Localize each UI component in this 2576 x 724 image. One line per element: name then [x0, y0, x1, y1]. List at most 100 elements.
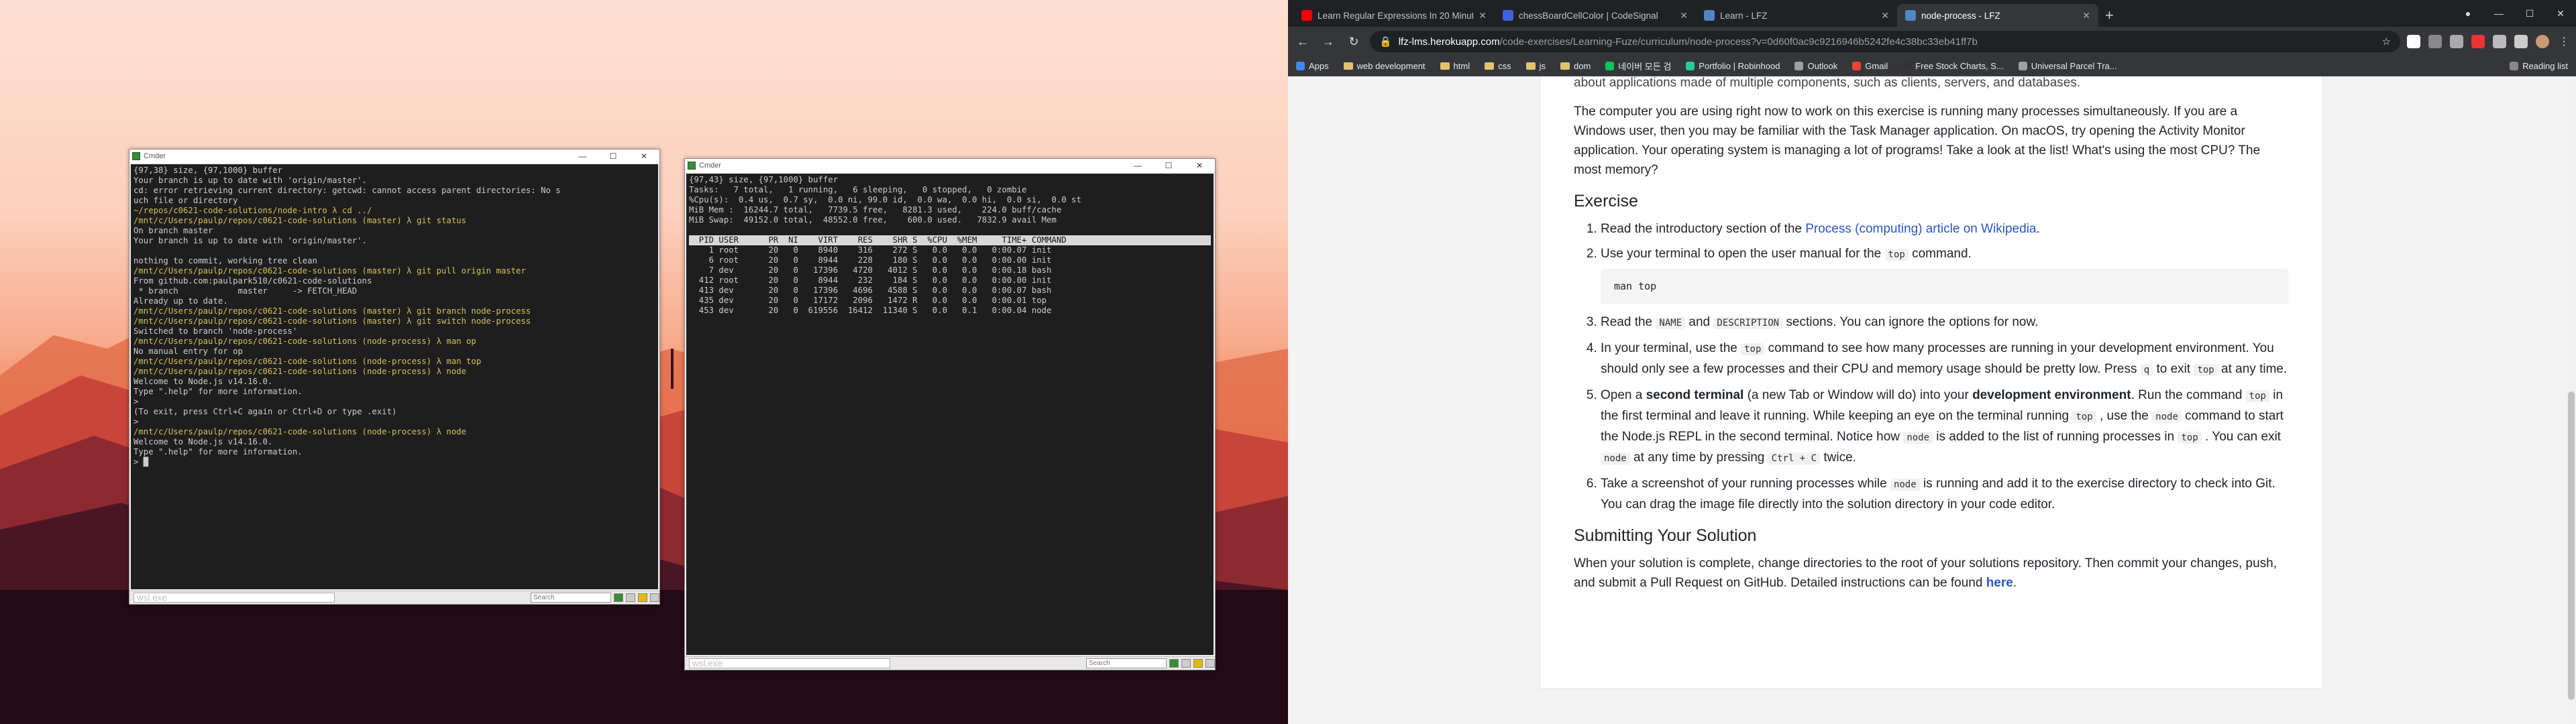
forward-icon[interactable]: → — [1319, 35, 1338, 49]
bookmark-item[interactable]: 네이버 모든 검 — [1605, 60, 1671, 72]
layout-icon[interactable] — [626, 593, 635, 602]
new-console-icon[interactable] — [614, 593, 623, 602]
reading-list-button[interactable]: Reading list — [2510, 61, 2568, 71]
bookmark-item[interactable]: dom — [1560, 61, 1591, 71]
new-console-icon[interactable] — [1169, 659, 1179, 668]
minimize-button[interactable]: — — [567, 149, 598, 163]
menu-icon[interactable]: ⋮ — [2557, 35, 2571, 48]
chrome-browser-window[interactable]: Learn Regular Expressions In 20 Minutes ✕… — [1288, 0, 2576, 724]
terminal-line: 1 root 20 0 8940 316 272 S 0.0 0.0 0:00.… — [689, 245, 1052, 255]
terminal-line: /mnt/c/Users/paulp/repos/c0621-code-solu… — [133, 316, 531, 326]
close-button[interactable]: ✕ — [1184, 159, 1215, 172]
browser-tab[interactable]: chessBoardCellColor | CodeSignal ✕ — [1495, 4, 1696, 27]
terminal-line: 453 dev 20 0 619556 16412 11340 S 0.0 0.… — [689, 306, 1052, 315]
layout-icon[interactable] — [1181, 659, 1191, 668]
bookmark-item[interactable]: css — [1485, 61, 1511, 71]
address-bar[interactable]: 🔒 lfz-lms.herokuapp.com/code-exercises/L… — [1370, 31, 2400, 52]
profile-icon[interactable]: ● — [2453, 8, 2483, 19]
console-tab[interactable]: wsl.exe — [689, 658, 890, 668]
lock-icon[interactable] — [638, 593, 647, 602]
tab-title: chessBoardCellColor | CodeSignal — [1519, 10, 1658, 21]
terminal-line: > — [133, 397, 139, 406]
search-input[interactable]: Search — [531, 593, 611, 603]
terminal-line: Tasks: 7 total, 1 running, 6 sleeping, 0… — [689, 185, 1027, 194]
bookmark-item[interactable]: html — [1440, 61, 1470, 71]
maximize-button[interactable]: ☐ — [1153, 159, 1184, 172]
extension-icon[interactable] — [2428, 35, 2442, 48]
instructions-link[interactable]: here — [1986, 576, 2013, 590]
bookmark-item[interactable]: Portfolio | Robinhood — [1686, 61, 1780, 71]
inline-code: DESCRIPTION — [1713, 317, 1783, 329]
browser-tab[interactable]: Learn - LFZ ✕ — [1696, 4, 1897, 27]
media-icon[interactable] — [2514, 35, 2528, 48]
maximize-button[interactable]: ☐ — [598, 149, 629, 163]
lock-icon[interactable] — [1193, 659, 1203, 668]
puzzle-icon[interactable] — [2493, 35, 2506, 48]
close-button[interactable]: ✕ — [629, 149, 659, 163]
close-tab-icon[interactable]: ✕ — [1680, 10, 1688, 21]
avatar[interactable] — [2536, 35, 2549, 48]
gmail-icon — [1852, 62, 1862, 70]
text: command. — [1908, 247, 1972, 261]
inline-code: node — [2152, 411, 2182, 423]
terminal-line: On branch master — [133, 226, 213, 235]
bookmark-item[interactable]: Gmail — [1852, 61, 1888, 71]
extension-icon[interactable] — [2471, 35, 2485, 48]
console-tab[interactable]: wsl.exe — [133, 593, 335, 603]
url-path: /code-exercises/Learning-Fuze/curriculum… — [1499, 36, 1978, 48]
back-icon[interactable]: ← — [1293, 35, 1312, 49]
cmder-window-left[interactable]: Cmder — ☐ ✕ {97,38} size, {97,1000} buff… — [129, 149, 660, 605]
text: at any time by pressing — [1629, 450, 1768, 465]
lock-icon[interactable]: 🔒 — [1379, 36, 1392, 48]
search-input[interactable]: Search — [1086, 658, 1167, 668]
folder-icon — [1525, 62, 1536, 70]
bookmark-item[interactable]: Apps — [1296, 61, 1329, 71]
text: In your terminal, use the — [1601, 341, 1741, 355]
bookmark-item[interactable]: Free Stock Charts, S... — [1902, 61, 2004, 71]
text: and — [1685, 315, 1714, 329]
text: sections. You can ignore the options for… — [1782, 315, 2039, 329]
close-tab-icon[interactable]: ✕ — [1479, 10, 1487, 21]
bookmark-star-icon[interactable]: ☆ — [2382, 36, 2391, 48]
bookmark-label: 네이버 모든 검 — [1618, 62, 1672, 72]
page-viewport[interactable]: about applications made of multiple comp… — [1288, 76, 2576, 724]
inline-code: node — [1890, 479, 1920, 491]
bookmark-item[interactable]: web development — [1343, 61, 1426, 71]
code-block: man top — [1601, 269, 2289, 304]
bookmark-item[interactable]: Universal Parcel Tra... — [2018, 61, 2117, 71]
menu-icon[interactable] — [650, 593, 659, 602]
title-bar[interactable]: Cmder — ☐ ✕ — [129, 149, 659, 163]
inline-code: top — [1884, 249, 1909, 261]
title-bar[interactable]: Cmder — ☐ ✕ — [685, 159, 1215, 172]
browser-tab[interactable]: Learn Regular Expressions In 20 Minutes ✕ — [1293, 4, 1495, 27]
minimize-button[interactable]: — — [2483, 8, 2514, 19]
close-tab-icon[interactable]: ✕ — [1881, 10, 1889, 21]
browser-tab[interactable]: node-process - LFZ ✕ — [1897, 4, 2098, 27]
status-bar: wsl.exe Search — [685, 656, 1215, 670]
cmder-window-right[interactable]: Cmder — ☐ ✕ {97,43} size, {97,1000} buff… — [684, 158, 1216, 670]
maximize-button[interactable]: ☐ — [2514, 8, 2545, 19]
terminal-line: > — [133, 417, 139, 426]
terminal-output[interactable]: {97,38} size, {97,1000} buffer Your branc… — [131, 164, 658, 589]
close-button[interactable]: ✕ — [2545, 8, 2576, 19]
text: When your solution is complete, change d… — [1574, 556, 2277, 590]
bookmark-label: js — [1539, 61, 1546, 71]
minimize-button[interactable]: — — [1122, 159, 1153, 172]
extension-icon[interactable] — [2407, 35, 2420, 48]
menu-icon[interactable] — [1205, 659, 1215, 668]
terminal-line: 413 dev 20 0 17396 4696 4588 S 0.0 0.0 0… — [689, 286, 1052, 295]
extension-icon[interactable] — [2450, 35, 2463, 48]
terminal-output[interactable]: {97,43} size, {97,1000} buffer Tasks: 7 t… — [686, 174, 1214, 655]
terminal-line: From github.com:paulpark510/c0621-code-s… — [133, 276, 372, 286]
list-item: In your terminal, use the top command to… — [1601, 339, 2289, 380]
bookmark-item[interactable]: js — [1525, 61, 1546, 71]
page-scrollbar[interactable] — [2567, 76, 2576, 724]
bookmark-label: web development — [1356, 61, 1426, 71]
wikipedia-link[interactable]: Process (computing) article on Wikipedia — [1805, 222, 2036, 236]
scrollbar-thumb[interactable] — [2568, 391, 2575, 700]
bookmark-item[interactable]: Outlook — [1794, 61, 1837, 71]
new-tab-button[interactable]: + — [2105, 4, 2114, 27]
close-tab-icon[interactable]: ✕ — [2082, 10, 2090, 21]
reload-icon[interactable]: ↻ — [1344, 35, 1363, 49]
